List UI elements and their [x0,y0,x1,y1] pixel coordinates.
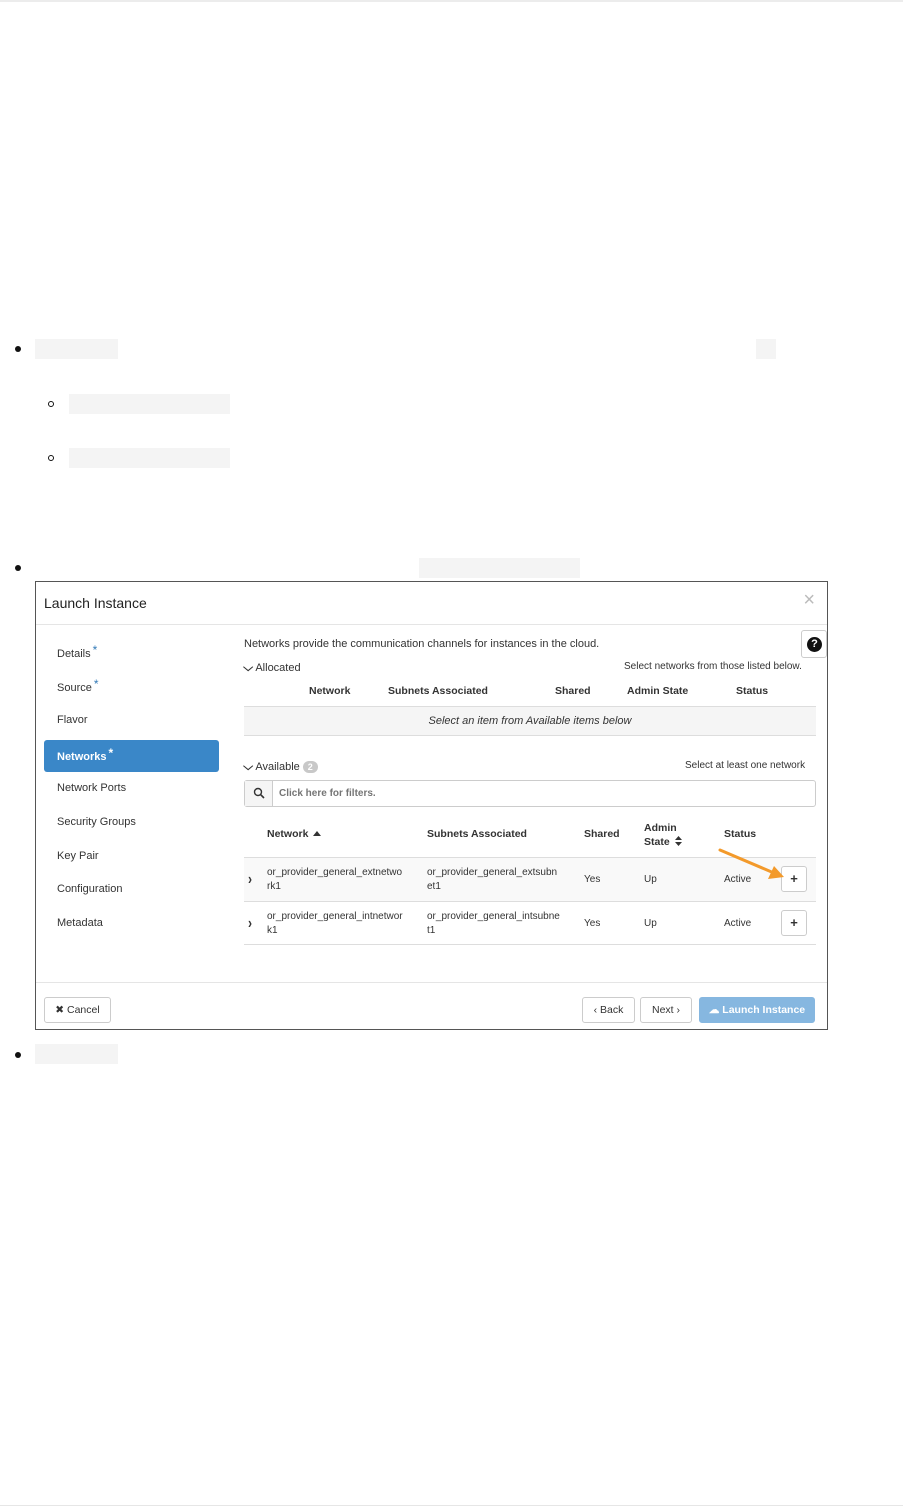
launch-instance-dialog: Launch Instance × Details * Source * Flavo… [35,581,828,1030]
available-header-subnets[interactable]: Subnets Associated [427,828,527,840]
sort-ascending-icon [313,831,322,836]
status-value: Active [724,918,752,929]
sub-list-bullet [48,401,54,407]
nav-item-label: Metadata [57,917,103,929]
back-button[interactable]: ‹ Back [582,997,635,1023]
plus-icon: + [790,871,798,886]
redacted-text [756,339,776,359]
header-label: Admin [644,822,677,834]
network-name: or_provider_general_extnetwo rk1 [267,866,402,894]
list-bullet [15,1052,21,1058]
subnet-name: or_provider_general_extsubn et1 [427,866,557,894]
subnet-name-line: et1 [427,881,441,892]
required-marker: * [93,677,99,691]
network-name-line: or_provider_general_intnetwor [267,911,403,922]
allocated-header-admin-state[interactable]: Admin State [627,685,688,697]
available-count-badge: 2 [302,761,318,773]
next-button[interactable]: Next › [640,997,692,1023]
networks-description: Networks provide the communication chann… [244,638,600,650]
launch-instance-button[interactable]: ☁ Launch Instance [699,997,815,1023]
help-icon: ? [807,637,822,652]
allocated-toggle[interactable]: ⌵ Allocated [243,662,301,675]
nav-item-label: Networks [57,751,107,763]
network-name-line: rk1 [267,881,281,892]
nav-item-label: Flavor [57,714,88,726]
add-network-button[interactable]: + [781,910,807,936]
subnet-name-line: or_provider_general_extsubn [427,867,558,878]
nav-item-key-pair[interactable]: Key Pair [44,836,219,868]
admin-state-value: Up [644,918,657,929]
list-bullet [15,565,21,571]
available-toggle[interactable]: ⌵ Available 2 [243,761,318,774]
network-name-line: or_provider_general_extnetwo [267,867,403,878]
subnet-name-line: or_provider_general_intsubne [427,911,560,922]
allocated-header-network[interactable]: Network [309,685,350,697]
redacted-text [69,394,230,414]
filter-input[interactable] [279,784,799,803]
search-button[interactable] [245,781,273,806]
dialog-header: Launch Instance × [36,582,827,625]
redacted-text [69,448,230,468]
allocated-hint: Select networks from those listed below. [624,661,802,672]
nav-item-network-ports[interactable]: Network Ports [44,768,219,800]
table-row: › or_provider_general_intnetwor k1 or_pr… [244,901,816,945]
allocated-header-subnets[interactable]: Subnets Associated [388,685,488,697]
chevron-right-icon[interactable]: › [248,914,252,932]
header-label: State [644,836,670,848]
sort-icon [674,836,682,846]
plus-icon: + [790,915,798,930]
list-bullet [15,346,21,352]
close-icon[interactable]: × [803,590,815,610]
nav-item-flavor[interactable]: Flavor [44,700,219,732]
nav-item-label: Key Pair [57,850,99,862]
available-header-status[interactable]: Status [724,828,756,840]
sub-list-bullet [48,455,54,461]
header-label: Network [267,828,309,840]
subnet-name: or_provider_general_intsubne t1 [427,910,560,938]
required-marker: * [108,746,114,760]
allocated-header-status[interactable]: Status [736,685,768,697]
allocated-header-shared[interactable]: Shared [555,685,591,697]
allocated-label: Allocated [255,662,301,674]
required-marker: * [92,643,98,657]
network-name: or_provider_general_intnetwor k1 [267,910,403,938]
annotation-arrow-icon [718,848,784,879]
search-icon [253,787,265,799]
network-name-line: k1 [267,925,278,936]
subnet-name-line: t1 [427,925,436,936]
available-label: Available [255,761,300,773]
nav-item-label: Source [57,682,92,694]
nav-item-metadata[interactable]: Metadata [44,903,219,935]
shared-value: Yes [584,874,601,885]
admin-state-value: Up [644,874,657,885]
available-header-shared[interactable]: Shared [584,828,620,840]
available-header-network[interactable]: Network [267,828,322,840]
cancel-button[interactable]: ✖ Cancel [44,997,111,1023]
redacted-text [35,1044,118,1064]
redacted-text [419,558,580,578]
chevron-down-icon: ⌵ [243,761,254,773]
redacted-text [35,339,118,359]
chevron-down-icon: ⌵ [243,662,254,674]
allocated-empty-message: Select an item from Available items belo… [244,706,816,736]
dialog-footer: ✖ Cancel ‹ Back Next › ☁ Launch Instance [36,982,827,1030]
nav-item-label: Configuration [57,883,123,895]
nav-item-label: Security Groups [57,816,136,828]
chevron-right-icon[interactable]: › [248,870,252,888]
nav-item-label: Details [57,648,91,660]
nav-item-label: Network Ports [57,782,127,794]
nav-item-details[interactable]: Details * [44,632,219,664]
page-bottom-rule [0,1505,903,1506]
nav-item-security-groups[interactable]: Security Groups [44,802,219,834]
available-header-admin-state[interactable]: Admin State [644,821,682,849]
dialog-title: Launch Instance [44,595,147,611]
nav-item-configuration[interactable]: Configuration [44,869,219,901]
available-hint: Select at least one network [685,760,806,771]
page-top-rule [0,0,903,2]
shared-value: Yes [584,918,601,929]
help-button[interactable]: ? [801,630,827,658]
filter-bar [244,780,816,807]
nav-item-source[interactable]: Source * [44,666,219,698]
